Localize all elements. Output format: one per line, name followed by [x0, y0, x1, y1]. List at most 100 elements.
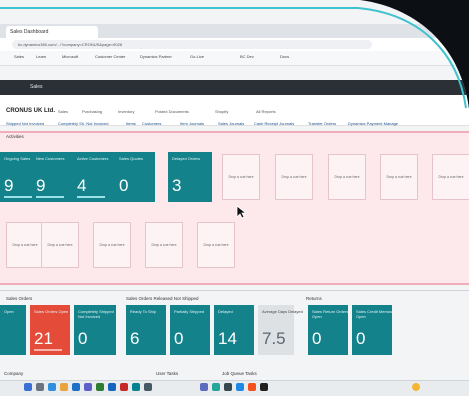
empty-cue-label: Drop a cue here	[386, 175, 412, 179]
cue-tile[interactable]: Sales Quotes 0	[115, 152, 155, 202]
bookmark-item[interactable]: Customer Center	[95, 54, 125, 59]
excel-icon[interactable]	[96, 383, 104, 391]
action-link[interactable]: Completely Sh. Not Invoiced	[58, 121, 108, 126]
company-name[interactable]: CRONUS UK Ltd.	[6, 108, 55, 114]
word-icon[interactable]	[108, 383, 116, 391]
cue-tile[interactable]: Partially Shipped 0	[170, 305, 210, 355]
weather-icon[interactable]	[412, 383, 420, 391]
activities-label: Activities	[6, 134, 24, 139]
action-link[interactable]: Sales Journals	[218, 121, 244, 126]
bookmark-item[interactable]: Dynamics Partner	[140, 54, 172, 59]
bookmark-item[interactable]: Go-Live	[190, 54, 204, 59]
returns-label: Returns	[306, 296, 322, 301]
action-link[interactable]: Item Journals	[180, 121, 204, 126]
empty-cue-slot[interactable]: Drop a cue here	[93, 222, 131, 268]
browser-tab[interactable]: Sales Dashboard	[6, 26, 98, 38]
section-divider	[0, 290, 469, 291]
cue-tile[interactable]: Delayed 14	[214, 305, 254, 355]
nav-menu-item[interactable]: Sales	[58, 109, 68, 114]
cue-label: Sales Quotes	[119, 156, 144, 161]
cue-tile[interactable]: Sales Credit Memos Open 0	[352, 305, 392, 355]
cue-value: 21	[34, 329, 53, 348]
bookmark-item[interactable]: Docs	[280, 54, 289, 59]
bookmark-item[interactable]: Microsoft	[62, 54, 78, 59]
cue-value: 0	[119, 176, 129, 195]
app-icon[interactable]	[224, 383, 232, 391]
teams-icon[interactable]	[84, 383, 92, 391]
action-link[interactable]: Cash Receipt Journals	[254, 121, 294, 126]
search-icon[interactable]	[36, 383, 44, 391]
app-icon[interactable]	[248, 383, 256, 391]
nav-menu-item[interactable]: Posted Documents	[155, 109, 189, 114]
cue-label: Partially Shipped	[174, 309, 205, 314]
photo-frame: Sales Dashboard bc.dynamics365.com/.../?…	[0, 0, 469, 396]
powerpoint-icon[interactable]	[120, 383, 128, 391]
user-tasks-label: User Tasks	[156, 371, 179, 376]
cue-tile[interactable]: Average Days Delayed 7.5	[258, 305, 294, 355]
cue-bar	[4, 196, 32, 198]
edge-icon[interactable]	[48, 383, 56, 391]
settings-icon[interactable]	[144, 383, 152, 391]
app-icon[interactable]	[212, 383, 220, 391]
app-icon[interactable]	[132, 383, 140, 391]
cue-bar	[34, 349, 62, 351]
action-link[interactable]: Dynamics Payment Manage	[348, 121, 398, 126]
windows-start-icon[interactable]	[24, 383, 32, 391]
empty-cue-slot[interactable]: Drop a cue here	[145, 222, 183, 268]
cue-label: New Customers	[36, 156, 65, 161]
empty-cue-slot[interactable]: Drop a cue here	[380, 154, 418, 200]
action-link[interactable]: Items	[126, 121, 136, 126]
empty-cue-label: Drop a cue here	[203, 243, 229, 247]
cue-label: Completely Shipped Not Invoiced	[78, 309, 114, 319]
cue-tile[interactable]: Completely Shipped Not Invoiced 0	[74, 305, 116, 355]
app-icon[interactable]	[200, 383, 208, 391]
nav-menu-item[interactable]: All Reports	[256, 109, 276, 114]
cue-value: 14	[218, 329, 237, 348]
cue-value: 3	[172, 176, 182, 195]
cue-value: 0	[78, 329, 88, 348]
empty-cue-slot[interactable]: Drop a cue here	[275, 154, 313, 200]
empty-cue-label: Drop a cue here	[438, 175, 464, 179]
bookmark-item[interactable]: BC Dev	[240, 54, 254, 59]
cue-tile[interactable]: Sales Orders Open 21	[30, 305, 70, 355]
action-link[interactable]: Customers	[142, 121, 161, 126]
file-explorer-icon[interactable]	[60, 383, 68, 391]
cue-tile[interactable]: Delayed Orders 3	[168, 152, 212, 202]
bookmark-item[interactable]: Learn	[36, 54, 46, 59]
cue-tile[interactable]: Sales Return Orders Open 0	[308, 305, 348, 355]
app-icon[interactable]	[260, 383, 268, 391]
cue-value: 9	[4, 176, 14, 195]
sales-orders-label: Sales Orders	[6, 296, 33, 301]
cue-tile[interactable]: Open	[0, 305, 26, 355]
cue-value: 0	[356, 329, 366, 348]
empty-cue-slot[interactable]: Drop a cue here	[197, 222, 235, 268]
outlook-icon[interactable]	[72, 383, 80, 391]
empty-cue-label: Drop a cue here	[228, 175, 254, 179]
empty-cue-slot[interactable]: Drop a cue here	[328, 154, 366, 200]
nav-menu-item[interactable]: Inventory	[118, 109, 134, 114]
cue-value: 0	[312, 329, 322, 348]
os-taskbar	[0, 380, 469, 396]
job-queue-label: Job Queue Tasks	[222, 371, 257, 376]
nav-menu-item[interactable]: Purchasing	[82, 109, 102, 114]
cue-tile[interactable]: Ready To Ship 6	[126, 305, 166, 355]
mouse-cursor-icon	[236, 205, 246, 219]
company-part-label: Company	[4, 371, 24, 376]
cue-label: Sales Credit Memos Open	[356, 309, 393, 319]
empty-cue-slot[interactable]: Drop a cue here	[41, 222, 79, 268]
url-field[interactable]: bc.dynamics365.com/.../?company=CRONUS&p…	[12, 40, 372, 49]
empty-cue-slot[interactable]: Drop a cue here	[432, 154, 469, 200]
app-header-bar	[0, 80, 469, 95]
nav-menu-item[interactable]: Shopify	[215, 109, 228, 114]
cue-label: Delayed Orders	[172, 156, 201, 161]
cue-value: 6	[130, 329, 140, 348]
bookmark-item[interactable]: Sales	[14, 54, 24, 59]
empty-cue-slot[interactable]: Drop a cue here	[222, 154, 260, 200]
action-link[interactable]: Transfer Orders	[308, 121, 336, 126]
cue-label: Sales Orders Open	[34, 309, 69, 314]
cue-label: Ready To Ship	[130, 309, 156, 314]
cue-value: 7.5	[262, 329, 286, 348]
app-icon[interactable]	[236, 383, 244, 391]
empty-cue-slot[interactable]: Drop a cue here	[6, 222, 44, 268]
action-link[interactable]: Shipped Not Invoiced	[6, 121, 44, 126]
